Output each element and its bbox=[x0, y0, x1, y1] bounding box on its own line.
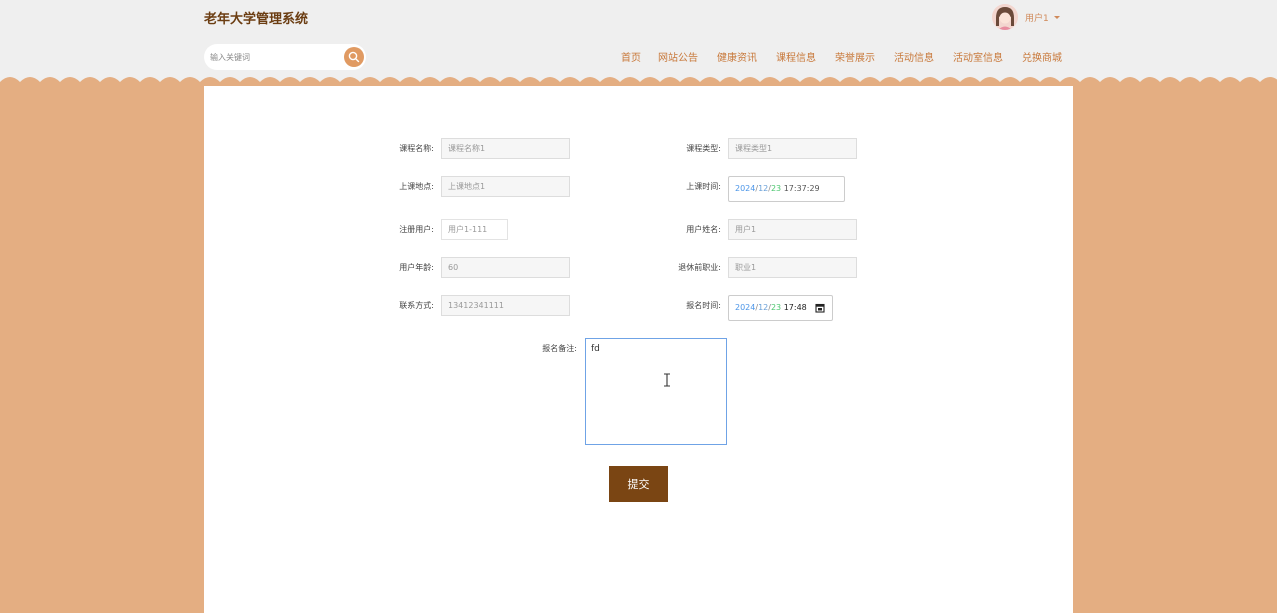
contact-field[interactable]: 13412341111 bbox=[441, 295, 570, 316]
nav-shop[interactable]: 兑换商城 bbox=[1022, 51, 1062, 67]
user-account-label: 注册用户: bbox=[399, 225, 434, 234]
class-time-year: 2024 bbox=[735, 184, 756, 193]
signup-time-clock: 17:48 bbox=[783, 303, 807, 312]
nav-health-news[interactable]: 健康资讯 bbox=[717, 51, 757, 67]
course-type-label: 课程类型: bbox=[686, 144, 721, 153]
text-cursor-icon bbox=[664, 373, 670, 387]
class-time-label: 上课时间: bbox=[686, 182, 721, 191]
course-type-field[interactable]: 课程类型1 bbox=[728, 138, 857, 159]
nav-activities[interactable]: 活动信息 bbox=[894, 51, 934, 67]
submit-button[interactable]: 提交 bbox=[609, 466, 668, 502]
avatar bbox=[992, 4, 1018, 30]
course-name-field[interactable]: 课程名称1 bbox=[441, 138, 570, 159]
search-icon bbox=[348, 51, 360, 63]
occupation-label: 退休前职业: bbox=[678, 263, 721, 272]
user-account-field[interactable]: 用户1-111 bbox=[441, 219, 508, 240]
nav-courses[interactable]: 课程信息 bbox=[776, 51, 816, 67]
class-time-clock: 17:37:29 bbox=[783, 184, 820, 193]
chevron-down-icon bbox=[1053, 15, 1060, 19]
avatar-icon bbox=[992, 4, 1018, 30]
site-title: 老年大学管理系统 bbox=[204, 12, 309, 27]
class-time-month: 12 bbox=[758, 184, 769, 193]
user-age-field[interactable]: 60 bbox=[441, 257, 570, 278]
top-header bbox=[0, 0, 1277, 88]
user-name: 用户1 bbox=[1025, 13, 1049, 24]
signup-time-label: 报名时间: bbox=[686, 301, 721, 310]
calendar-icon[interactable] bbox=[815, 303, 825, 313]
signup-time-month: 12 bbox=[758, 303, 769, 312]
search-button[interactable] bbox=[344, 47, 364, 67]
location-label: 上课地点: bbox=[399, 182, 434, 191]
search-box bbox=[204, 44, 366, 70]
nav-honors[interactable]: 荣誉展示 bbox=[835, 51, 875, 67]
user-menu[interactable]: 用户1 bbox=[992, 4, 1060, 30]
nav-home[interactable]: 首页 bbox=[621, 51, 641, 67]
user-name-label: 用户姓名: bbox=[686, 225, 721, 234]
class-time-day: 23 bbox=[770, 184, 782, 193]
signup-time-year: 2024 bbox=[735, 303, 756, 312]
remark-textarea[interactable]: fd bbox=[585, 338, 727, 445]
location-field[interactable]: 上课地点1 bbox=[441, 176, 570, 197]
search-input[interactable] bbox=[204, 44, 344, 70]
nav-announcements[interactable]: 网站公告 bbox=[658, 51, 698, 67]
course-name-label: 课程名称: bbox=[399, 144, 434, 153]
remark-label: 报名备注: bbox=[542, 344, 577, 353]
occupation-field[interactable]: 职业1 bbox=[728, 257, 857, 278]
user-age-label: 用户年龄: bbox=[399, 263, 434, 272]
signup-time-day: 23 bbox=[770, 303, 782, 312]
user-name-field[interactable]: 用户1 bbox=[728, 219, 857, 240]
contact-label: 联系方式: bbox=[399, 301, 434, 310]
class-time-field[interactable]: 2024/12/23 17:37:29 bbox=[728, 176, 845, 202]
nav-activity-rooms[interactable]: 活动室信息 bbox=[953, 51, 1003, 67]
